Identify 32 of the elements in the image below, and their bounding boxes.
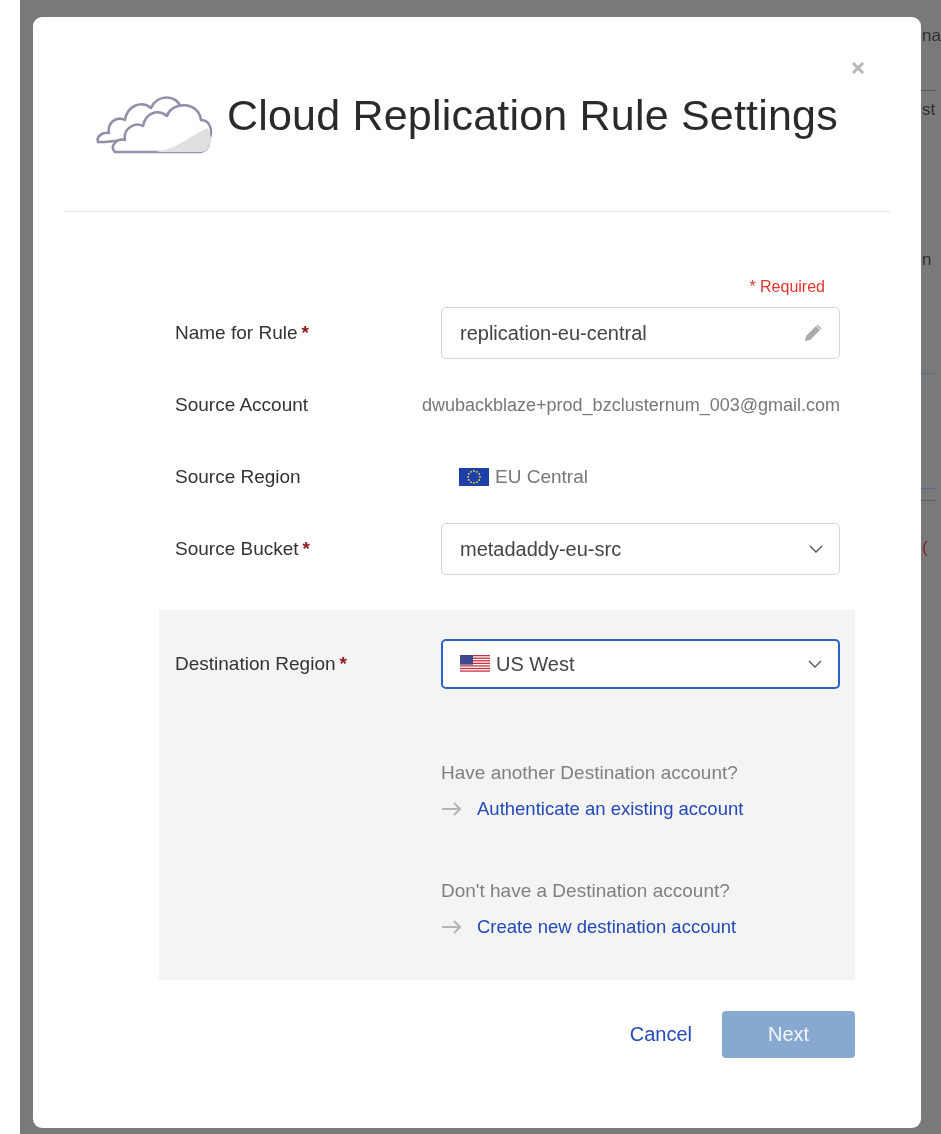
flag-icon xyxy=(459,468,489,486)
background-text: n xyxy=(922,250,932,270)
background-text: st xyxy=(922,100,936,120)
account-link[interactable]: Create new destination account xyxy=(477,916,737,938)
close-icon[interactable] xyxy=(851,61,865,75)
rule-name-input[interactable]: replication-eu-central xyxy=(441,307,840,359)
field-label: Destination Region xyxy=(175,653,336,674)
region-select[interactable]: US West xyxy=(441,639,840,689)
background-text: ( xyxy=(922,538,928,558)
bucket-select[interactable]: metadaddy-eu-src xyxy=(441,523,840,575)
region-name: EU Central xyxy=(495,466,588,488)
field-label: Source Bucket xyxy=(175,538,299,559)
pencil-icon xyxy=(803,323,823,343)
background-text: na xyxy=(922,26,941,46)
prompt-text: Don't have a Destination account? xyxy=(441,880,731,902)
arrow-right-icon xyxy=(441,802,463,816)
field-label: Source Account xyxy=(175,394,309,415)
arrow-right-icon xyxy=(441,920,463,934)
prompt-text: Have another Destination account? xyxy=(441,762,739,784)
chevron-down-icon xyxy=(808,660,822,668)
dialog-title: Cloud Replication Rule Settings xyxy=(227,90,838,140)
account-email: dwubackblaze+prod_bzclusternum_003@gmail.com xyxy=(422,394,840,416)
field-label: Source Region xyxy=(175,466,301,487)
required-asterisk: * xyxy=(302,538,310,559)
cancel-button[interactable]: Cancel xyxy=(629,1023,692,1046)
account-link[interactable]: Authenticate an existing account xyxy=(477,798,744,820)
required-note: * Required xyxy=(749,278,825,294)
field-label: Name for Rule xyxy=(175,322,298,343)
chevron-down-icon xyxy=(809,545,823,553)
required-asterisk: * xyxy=(301,322,309,343)
required-asterisk: * xyxy=(339,653,347,674)
flag-icon xyxy=(460,655,490,673)
